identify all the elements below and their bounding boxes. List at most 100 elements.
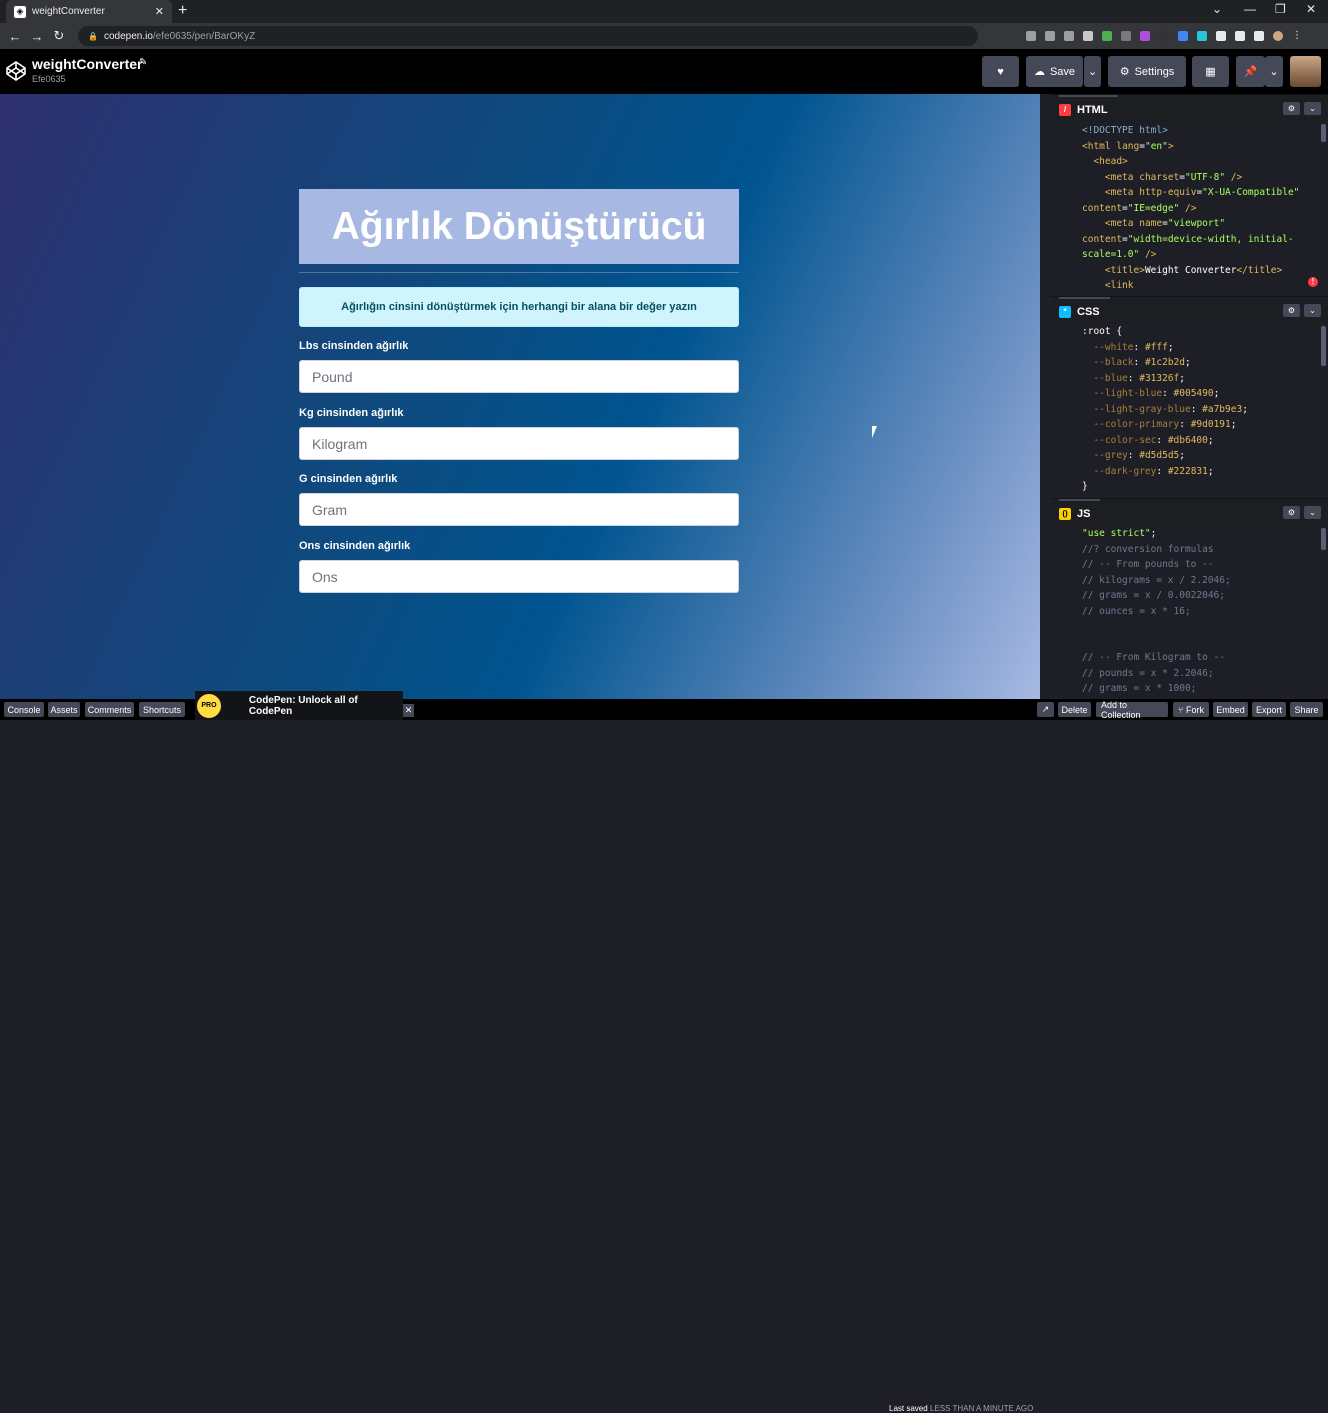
export-button[interactable]: Export (1252, 702, 1286, 717)
dark-extension-icon[interactable] (1159, 31, 1169, 41)
kilogram-input[interactable] (299, 427, 739, 460)
browser-tabstrip: ◈ weightConverter ✕ + ⌄ — ❐ ✕ (0, 0, 1328, 23)
restore-icon[interactable]: ❐ (1275, 2, 1286, 16)
pin-button[interactable]: 📌 (1236, 56, 1265, 87)
cloud-icon: ☁ (1033, 66, 1045, 78)
share-icon[interactable] (1045, 31, 1055, 41)
preview-pane: Ağırlık Dönüştürücü Ağırlığın cinsini dö… (0, 94, 1040, 699)
profile-icon[interactable] (1273, 31, 1283, 41)
css-collapse-button[interactable]: ⌄ (1304, 304, 1321, 317)
pin-dropdown-button[interactable]: ⌄ (1265, 56, 1283, 87)
js-code[interactable]: "use strict"; //? conversion formulas //… (1051, 526, 1328, 699)
menu-icon[interactable]: ⋮ (1292, 31, 1302, 41)
html-collapse-button[interactable]: ⌄ (1304, 102, 1321, 115)
tab-search-icon[interactable]: ⌄ (1212, 2, 1222, 16)
chevron-down-icon: ⌄ (1309, 104, 1316, 113)
chevron-down-icon: ⌄ (1087, 66, 1098, 78)
html-pane-title[interactable]: / HTML (1059, 95, 1118, 122)
fork-icon: ⑂ (1178, 704, 1184, 715)
back-icon[interactable]: ← (4, 29, 26, 44)
last-saved-prefix: Last saved (889, 1404, 928, 1413)
save-dropdown-button[interactable]: ⌄ (1084, 56, 1101, 87)
css-pane-header: * CSS ⚙ ⌄ (1051, 297, 1328, 324)
url-path: /efe0635/pen/BarOKyZ (152, 30, 256, 42)
heart-button[interactable]: ♥ (982, 56, 1019, 87)
blue-extension-icon[interactable] (1178, 31, 1188, 41)
css-scrollbar[interactable] (1321, 326, 1326, 366)
js-settings-button[interactable]: ⚙ (1283, 506, 1300, 519)
settings-label: Settings (1134, 65, 1175, 78)
resize-handle[interactable] (1040, 94, 1051, 699)
puzzle-icon[interactable] (1216, 31, 1226, 41)
html-scrollbar[interactable] (1321, 124, 1326, 142)
pen-extension-icon[interactable] (1083, 31, 1093, 41)
last-saved-status: Last saved LESS THAN A MINUTE AGO (889, 1404, 1033, 1413)
css-code[interactable]: :root { --white: #fff; --black: #1c2b2d;… (1051, 324, 1328, 498)
share-button[interactable]: Share (1290, 702, 1323, 717)
pen-author[interactable]: Efe0635 (32, 74, 66, 84)
purple-extension-icon[interactable] (1140, 31, 1150, 41)
reload-icon[interactable]: ↻ (48, 28, 70, 44)
pro-promo-banner[interactable]: PRO CodePen: Unlock all of CodePen (195, 691, 403, 720)
forward-icon[interactable]: → (26, 29, 48, 44)
js-pane-title[interactable]: () JS (1059, 499, 1101, 526)
chevron-down-icon: ⌄ (1269, 66, 1279, 78)
gram-input[interactable] (299, 493, 739, 526)
html-settings-button[interactable]: ⚙ (1283, 102, 1300, 115)
shortcuts-button[interactable]: Shortcuts (139, 702, 185, 717)
add-to-collection-button[interactable]: Add to Collection (1096, 700, 1168, 720)
layout-icon: ▦ (1205, 66, 1216, 78)
console-button[interactable]: Console (4, 702, 44, 717)
edit-title-icon[interactable]: ✎ (139, 57, 147, 68)
codepen-logo-icon[interactable] (5, 60, 27, 82)
js-title: JS (1077, 507, 1091, 520)
html-icon: / (1059, 103, 1071, 116)
embed-button[interactable]: Embed (1213, 702, 1248, 717)
js-icon: () (1059, 507, 1071, 520)
promo-close-icon[interactable]: ✕ (403, 704, 414, 717)
js-collapse-button[interactable]: ⌄ (1304, 506, 1321, 519)
pen-title[interactable]: weightConverter (32, 56, 142, 72)
chevron-down-icon: ⌄ (1309, 508, 1316, 517)
page-heading: Ağırlık Dönüştürücü (331, 204, 707, 248)
mouse-cursor (872, 426, 882, 438)
error-indicator-icon[interactable]: ! (1308, 277, 1318, 287)
save-button[interactable]: ☁ Save (1026, 56, 1083, 87)
react-extension-icon[interactable] (1197, 31, 1207, 41)
star-icon[interactable] (1064, 31, 1074, 41)
extension-icon[interactable] (1121, 31, 1131, 41)
pound-input[interactable] (299, 360, 739, 393)
assets-button[interactable]: Assets (48, 702, 80, 717)
green-extension-icon[interactable] (1102, 31, 1112, 41)
gear-icon: ⚙ (1287, 104, 1296, 113)
codepen-favicon-icon: ◈ (14, 5, 26, 18)
reading-list-icon[interactable] (1235, 31, 1245, 41)
css-settings-button[interactable]: ⚙ (1283, 304, 1300, 317)
layout-button[interactable]: ▦ (1192, 56, 1229, 87)
info-alert: Ağırlığın cinsini dönüştürmek için herha… (299, 287, 739, 327)
delete-button[interactable]: Delete (1058, 702, 1091, 717)
save-label: Save (1049, 65, 1076, 78)
url-field[interactable]: 🔒 codepen.io/efe0635/pen/BarOKyZ (78, 26, 978, 46)
comments-button[interactable]: Comments (85, 702, 134, 717)
settings-button[interactable]: ⚙ Settings (1108, 56, 1186, 87)
browser-tab[interactable]: ◈ weightConverter ✕ (6, 0, 172, 23)
html-code[interactable]: <!DOCTYPE html> <html lang="en"> <head> … (1051, 122, 1328, 296)
fork-button[interactable]: ⑂ Fork (1173, 702, 1209, 717)
sidebar-icon[interactable] (1254, 31, 1264, 41)
close-window-icon[interactable]: ✕ (1306, 2, 1316, 16)
tab-title: weightConverter (32, 6, 105, 17)
open-external-button[interactable]: ↗ (1037, 702, 1054, 717)
css-title: CSS (1077, 305, 1100, 318)
js-scrollbar[interactable] (1321, 528, 1326, 550)
ons-input[interactable] (299, 560, 739, 593)
heart-icon: ♥ (997, 65, 1004, 78)
css-pane-title[interactable]: * CSS (1059, 297, 1110, 324)
translate-icon[interactable] (1026, 31, 1036, 41)
avatar[interactable] (1290, 56, 1321, 87)
css-icon: * (1059, 305, 1071, 318)
new-tab-icon[interactable]: + (178, 2, 187, 20)
minimize-icon[interactable]: — (1244, 2, 1256, 16)
close-tab-icon[interactable]: ✕ (155, 5, 164, 18)
html-pane-header: / HTML ⚙ ⌄ (1051, 95, 1328, 122)
